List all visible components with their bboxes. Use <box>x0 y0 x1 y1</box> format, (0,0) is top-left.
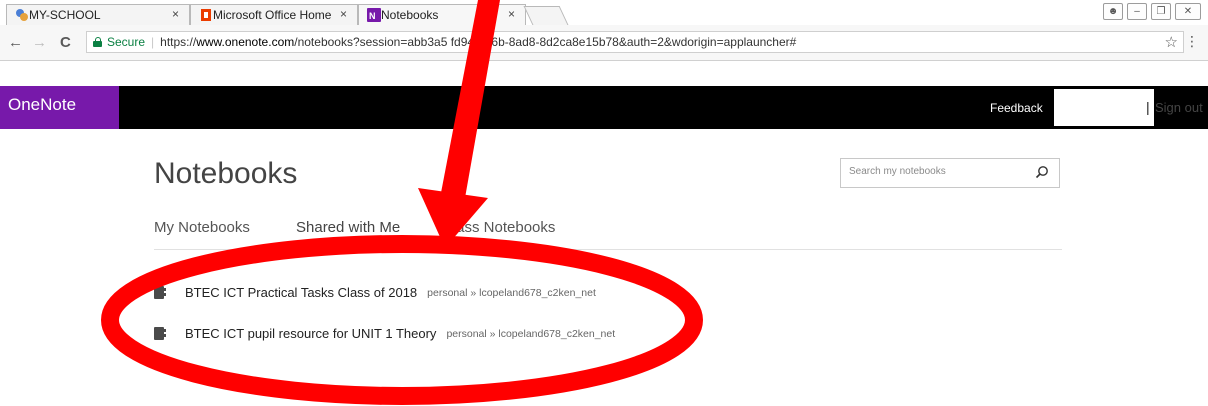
url-host: www.onenote.com <box>196 35 295 49</box>
user-profile-icon[interactable]: ☻ <box>1103 3 1123 20</box>
svg-text:N: N <box>369 11 376 21</box>
my-school-icon <box>16 9 28 21</box>
annotation-ellipse <box>101 235 703 405</box>
close-icon[interactable]: × <box>340 7 347 21</box>
notebook-location: personal » lcopeland678_c2ken_net <box>427 286 596 299</box>
browser-menu-icon[interactable]: ⋮ <box>1185 33 1199 50</box>
browser-tab-strip: MY-SCHOOL × Microsoft Office Home × N No… <box>0 0 1208 25</box>
tab-class-notebooks[interactable]: Class Notebooks <box>442 219 555 250</box>
browser-tab-notebooks[interactable]: N Notebooks × <box>358 4 526 25</box>
back-arrow-icon[interactable]: ← <box>8 34 23 51</box>
maximize-icon: ❐ <box>1156 6 1166 17</box>
office-icon <box>201 9 211 21</box>
address-separator: | <box>151 35 155 49</box>
sign-out-link[interactable]: Sign out <box>1155 100 1203 115</box>
reload-icon[interactable]: C <box>60 34 71 51</box>
app-header: OneNote Feedback | Sign out <box>0 86 1208 129</box>
onenote-icon: N <box>367 8 381 22</box>
search-input[interactable] <box>849 166 1029 177</box>
tab-my-notebooks[interactable]: My Notebooks <box>154 219 250 250</box>
maximize-button[interactable]: ❐ <box>1151 3 1171 20</box>
close-window-button[interactable]: ✕ <box>1175 3 1201 20</box>
notebook-row[interactable]: BTEC ICT Practical Tasks Class of 2018 p… <box>154 285 596 300</box>
onenote-logo[interactable]: OneNote <box>0 86 119 129</box>
new-tab-button[interactable] <box>523 6 569 25</box>
bookmark-star-icon[interactable]: ☆ <box>1165 33 1178 51</box>
address-bar[interactable]: Secure | https://www.onenote.com/noteboo… <box>86 31 1184 53</box>
lock-icon <box>93 37 102 47</box>
tab-shared-with-me[interactable]: Shared with Me <box>296 219 406 250</box>
browser-tab-office[interactable]: Microsoft Office Home × <box>190 4 358 25</box>
minimize-button[interactable]: – <box>1127 3 1147 20</box>
search-icon[interactable] <box>1035 165 1049 179</box>
url-scheme: https:// <box>160 35 197 49</box>
minimize-icon: – <box>1134 6 1140 17</box>
notebook-icon <box>154 286 166 299</box>
page-title: Notebooks <box>154 157 298 190</box>
browser-tab-my-school[interactable]: MY-SCHOOL × <box>6 4 190 25</box>
browser-tab-title: MY-SCHOOL <box>29 8 101 22</box>
notebook-name[interactable]: BTEC ICT pupil resource for UNIT 1 Theor… <box>185 326 436 341</box>
notebook-tabs: My Notebooks Shared with Me Class Notebo… <box>154 219 1062 250</box>
close-icon[interactable]: × <box>172 7 179 21</box>
browser-toolbar: ← → C Secure | https://www.onenote.com/n… <box>0 25 1208 61</box>
browser-tab-title: Microsoft Office Home <box>213 8 332 22</box>
browser-tab-title: Notebooks <box>381 8 439 22</box>
notebook-icon <box>154 327 166 340</box>
url-path: /notebooks?session=abb3a5 fd94-416b-8ad8… <box>294 35 797 49</box>
notebook-row[interactable]: BTEC ICT pupil resource for UNIT 1 Theor… <box>154 326 615 341</box>
secure-label: Secure <box>107 35 146 49</box>
close-icon[interactable]: × <box>508 7 515 21</box>
header-separator: | <box>1146 99 1150 115</box>
notebook-name[interactable]: BTEC ICT Practical Tasks Class of 2018 <box>185 285 417 300</box>
user-name-redacted[interactable] <box>1054 89 1154 126</box>
search-box[interactable] <box>840 158 1060 188</box>
close-icon: ✕ <box>1183 6 1193 17</box>
notebook-location: personal » lcopeland678_c2ken_net <box>446 327 616 340</box>
feedback-link[interactable]: Feedback <box>990 101 1043 115</box>
forward-arrow-icon[interactable]: → <box>32 34 47 51</box>
window-controls: ☻ – ❐ ✕ <box>1103 3 1201 20</box>
